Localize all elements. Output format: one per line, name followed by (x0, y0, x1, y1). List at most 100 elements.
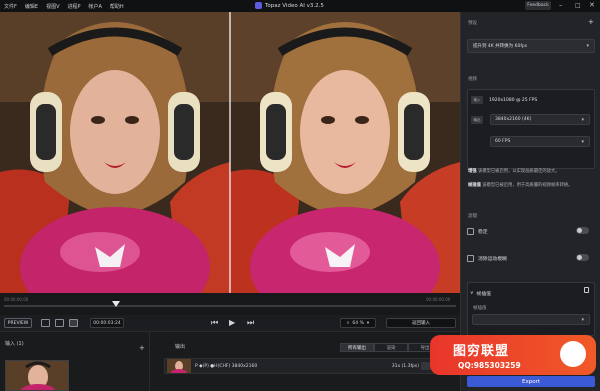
single-view-icon[interactable] (41, 319, 50, 327)
playback-controls: PREVIEW 00:00:03:24 ⏮ ▶ ⏭ ⌕ 64 % ▾ 返回输入 (0, 315, 460, 332)
tab-render[interactable]: 渲染 (374, 343, 408, 352)
chevron-down-icon: ∨ (470, 290, 474, 296)
output-row[interactable]: P ◆(P) ●H(CHF) 3840x2160 31x (1.3fps) (164, 358, 454, 374)
prev-frame-icon[interactable]: ⏮ (211, 318, 218, 328)
interp-note: 帧插值 该模型已被启用，用于高质量的视频帧率转换。 (468, 183, 596, 189)
compare-divider[interactable] (229, 12, 231, 293)
menu-view[interactable]: 视图V (46, 3, 59, 10)
interp-note-title: 帧插值 (468, 183, 481, 188)
outputs-tabs: 所有输出 渲染 导出 (340, 343, 442, 352)
split-view-icon[interactable] (55, 319, 64, 327)
lock-icon (584, 287, 589, 293)
fps-select[interactable]: 60 FPS ▾ (490, 136, 590, 147)
preset-value: 提升到 4K 并转换为 60fps (473, 44, 528, 49)
input-info-row: 输入 1920x1080 @ 25 FPS (471, 94, 592, 106)
enhance-note-title: 增强 (468, 169, 477, 174)
stabilize-toggle[interactable] (576, 227, 589, 234)
outputs-title: 输出 (175, 344, 186, 350)
video-settings-box: 输入 1920x1080 @ 25 FPS 输出 3840x2160 (4K) … (467, 89, 595, 169)
title-bar: 文件F 编辑E 视图V 进程P 帐户A 帮助H Topaz Video AI v… (0, 0, 600, 12)
preview-button[interactable]: PREVIEW (4, 318, 32, 328)
stabilize-row: 稳定 (467, 223, 595, 239)
playhead-handle[interactable] (112, 301, 120, 307)
chevron-down-icon: ▾ (581, 117, 584, 123)
interp-model-select[interactable]: ▾ (472, 314, 590, 325)
zoom-value: 64 % (352, 320, 364, 326)
input-thumbnail[interactable] (5, 360, 69, 391)
interp-model-label: 帧插值 (473, 306, 487, 311)
play-icon[interactable]: ▶ (229, 318, 235, 327)
timecode-display[interactable]: 00:00:03:24 (90, 318, 124, 328)
zoom-select[interactable]: ⌕ 64 % ▾ (340, 318, 376, 328)
side-by-side-icon[interactable] (69, 319, 78, 327)
add-preset-button[interactable]: + (588, 18, 594, 26)
stabilize-label: 稳定 (478, 229, 488, 235)
feedback-button[interactable]: Feedback (525, 1, 551, 10)
enhance-note: 增强 该模型已被启用，以实现画质最佳的放大。 (468, 169, 596, 175)
original-preview-pane (0, 12, 230, 293)
export-button[interactable]: Export (467, 376, 595, 387)
bottom-panels: 输入 (1) + 输出 所有输出 渲染 导出 P ◆(P) ●H(CHF) 38… (0, 332, 460, 391)
output-tag: 输出 (471, 116, 483, 124)
app-title-text: Topaz Video AI v3.2.5 (265, 2, 324, 9)
fps-value: 60 FPS (495, 139, 511, 144)
add-input-button[interactable]: + (139, 344, 145, 352)
motion-deblur-icon (467, 254, 474, 262)
menu-bar: 文件F 编辑E 视图V 进程P 帐户A 帮助H (0, 3, 124, 10)
input-tag: 输入 (471, 96, 483, 104)
input-resolution: 1920x1080 @ 25 FPS (489, 97, 538, 103)
search-icon: ⌕ (346, 321, 350, 326)
watermark-banner: 图穷联盟 QQ:985303259 (430, 335, 596, 375)
output-speed: 31x (1.3fps) (391, 364, 419, 369)
video-section-title: 视频 (468, 77, 477, 82)
preview-viewer[interactable] (0, 12, 460, 293)
motion-deblur-toggle[interactable] (576, 254, 589, 261)
motion-deblur-row: 消除运动模糊 (467, 250, 595, 266)
timeline-start-label: 00:00:00.00 (4, 297, 29, 302)
app-title: Topaz Video AI v3.2.5 (255, 2, 324, 9)
chevron-down-icon: ▾ (586, 43, 589, 49)
preset-select[interactable]: 提升到 4K 并转换为 60fps ▾ (467, 39, 595, 53)
chevron-down-icon: ▾ (366, 320, 370, 326)
watermark-title: 图穷联盟 (453, 344, 510, 359)
portrait-image-enhanced (230, 12, 460, 293)
motion-deblur-label: 消除运动模糊 (478, 256, 507, 262)
timeline[interactable]: 00:00:00.00 00:00:00.00 (0, 293, 460, 315)
resolution-select[interactable]: 3840x2160 (4K) ▾ (490, 114, 590, 125)
chevron-down-icon: ▾ (581, 317, 584, 323)
close-icon[interactable]: ✕ (589, 1, 595, 9)
resolution-value: 3840x2160 (4K) (495, 117, 532, 122)
inputs-title: 输入 (1) (5, 341, 24, 347)
output-thumbnail (167, 359, 191, 373)
filters-section-title: 滤镜 (468, 214, 477, 219)
interp-title: 帧插值 (476, 291, 491, 297)
timeline-track[interactable] (4, 305, 456, 307)
watermark-logo-icon (560, 341, 586, 367)
stabilize-icon (467, 227, 474, 235)
enhanced-preview-pane (230, 12, 460, 293)
interp-note-text: 该模型已被启用，用于高质量的视频帧率转换。 (480, 183, 573, 188)
menu-file[interactable]: 文件F (4, 3, 17, 10)
portrait-image-original (0, 12, 230, 293)
menu-help[interactable]: 帮助H (110, 3, 124, 10)
back-to-input-button[interactable]: 返回输入 (386, 318, 456, 328)
interp-header[interactable]: ∨ 帧插值 (470, 285, 590, 301)
menu-account[interactable]: 帐户A (89, 3, 102, 10)
watermark-qq: QQ:985303259 (458, 361, 521, 370)
tab-all-outputs[interactable]: 所有输出 (340, 343, 374, 352)
menu-process[interactable]: 进程P (67, 3, 80, 10)
input-thumbnail-image (6, 361, 68, 390)
next-frame-icon[interactable]: ⏭ (247, 318, 254, 328)
output-thumbnail-image (167, 359, 191, 373)
outputs-panel: 输出 所有输出 渲染 导出 P ◆(P) ●H(CHF) 3840x2160 3… (150, 332, 460, 391)
menu-edit[interactable]: 编辑E (25, 3, 38, 10)
output-settings-text: P ◆(P) ●H(CHF) 3840x2160 (195, 363, 258, 369)
preset-section-title: 预设 (468, 21, 477, 26)
minimize-icon[interactable]: – (559, 1, 563, 9)
chevron-down-icon: ▾ (581, 139, 584, 145)
enhance-note-text: 该模型已被启用，以实现画质最佳的放大。 (476, 169, 560, 174)
timeline-end-label: 00:00:00.00 (426, 297, 451, 302)
inputs-panel: 输入 (1) + (0, 332, 150, 391)
maximize-icon[interactable]: □ (575, 2, 581, 9)
topaz-logo-icon (255, 2, 262, 9)
